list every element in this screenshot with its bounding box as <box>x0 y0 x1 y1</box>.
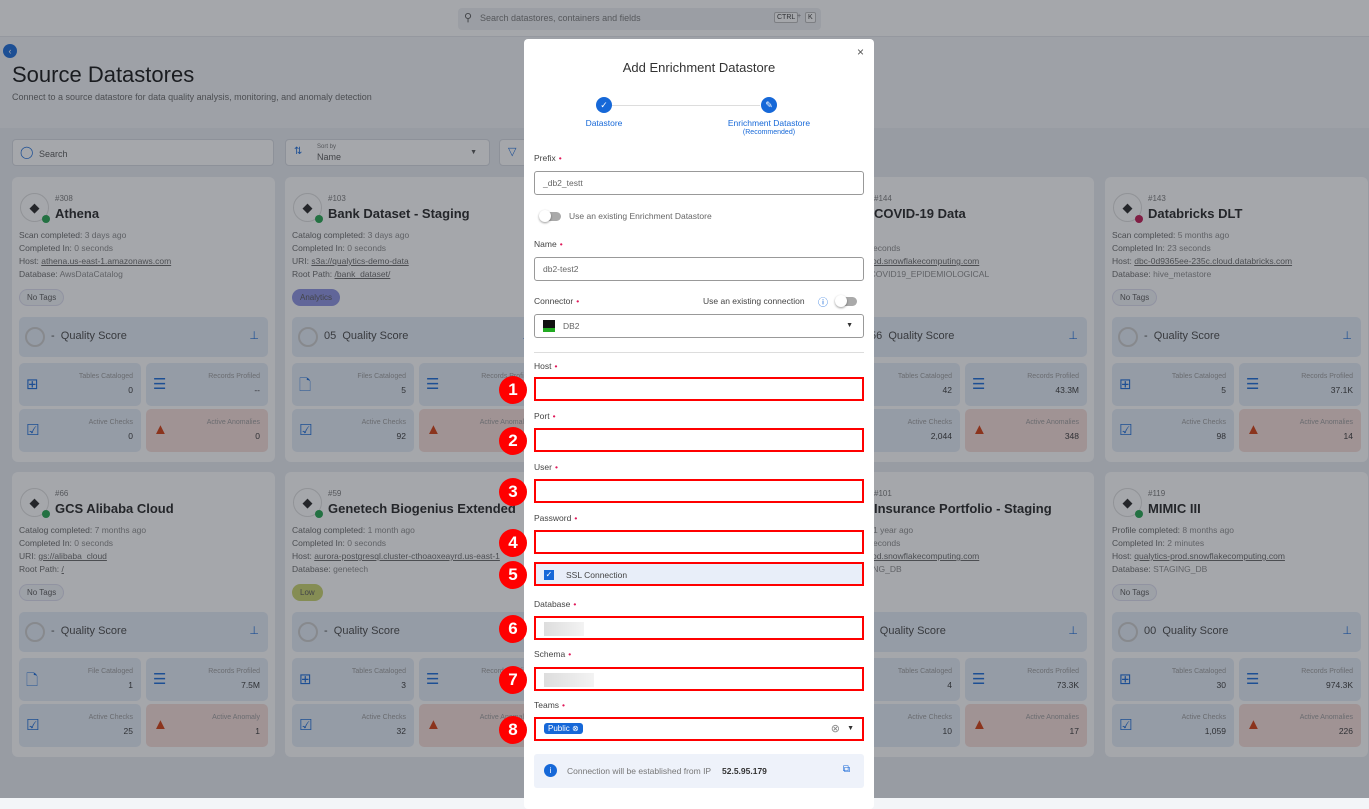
ssl-connection-checkbox[interactable]: 5 ✓ SSL Connection <box>499 561 864 589</box>
existing-enrichment-toggle[interactable] <box>539 210 561 222</box>
existing-connection-toggle[interactable] <box>835 295 857 307</box>
step-badge: 7 <box>499 666 527 694</box>
connector-value: DB2 <box>563 321 580 331</box>
clear-icon[interactable]: ⊗ <box>831 722 840 735</box>
ssl-label: SSL Connection <box>566 570 628 580</box>
chevron-down-icon[interactable]: ▼ <box>847 725 854 732</box>
connector-select[interactable]: DB2 ▼ <box>534 314 864 338</box>
step-datastore[interactable]: Datastore <box>564 118 644 128</box>
step-badge: 3 <box>499 478 527 506</box>
ip-address: 52.5.95.179 <box>722 766 767 776</box>
prefix-input[interactable]: _db2_testt <box>534 171 864 195</box>
user-label: User • <box>534 462 558 472</box>
step-enrichment-sub: (Recommended) <box>742 129 796 136</box>
redacted-value <box>544 622 584 636</box>
chevron-down-icon: ▼ <box>846 322 853 329</box>
password-label: Password • <box>534 513 578 523</box>
schema-input[interactable]: 7 <box>499 666 864 694</box>
team-chip-public[interactable]: Public ⊗ <box>544 723 583 734</box>
teams-select[interactable]: 8 Public ⊗ ⊗ ▼ <box>499 716 864 744</box>
connector-label: Connector • <box>534 296 580 306</box>
host-input[interactable]: 1 <box>499 376 864 404</box>
stepper-line <box>612 105 760 106</box>
info-icon: ⓘ <box>818 298 828 309</box>
copy-icon[interactable]: ⧉ <box>843 764 850 775</box>
prefix-label: Prefix • <box>534 153 562 163</box>
port-label: Port • <box>534 411 556 421</box>
check-icon: ✓ <box>596 97 612 113</box>
divider <box>534 352 864 353</box>
step-badge: 8 <box>499 716 527 744</box>
database-input[interactable]: 6 <box>499 615 864 643</box>
info-icon: i <box>544 764 557 777</box>
step-badge: 2 <box>499 427 527 455</box>
schema-label: Schema • <box>534 649 572 659</box>
name-label: Name • <box>534 239 563 249</box>
step-badge: 6 <box>499 615 527 643</box>
modal-title: Add Enrichment Datastore <box>622 60 776 75</box>
database-label: Database • <box>534 599 577 609</box>
close-icon[interactable]: × <box>857 45 864 59</box>
step-enrichment[interactable]: Enrichment Datastore <box>714 118 824 128</box>
ip-note: Connection will be established from IP <box>567 766 712 776</box>
teams-label: Teams • <box>534 700 566 710</box>
user-input[interactable]: 3 <box>499 478 864 506</box>
step-badge: 1 <box>499 376 527 404</box>
password-input[interactable]: 4 <box>499 529 864 557</box>
existing-enrichment-label: Use an existing Enrichment Datastore <box>569 211 712 221</box>
checkbox-checked-icon: ✓ <box>544 570 554 580</box>
port-input[interactable]: 2 <box>499 427 864 455</box>
redacted-value <box>544 673 594 687</box>
db2-logo <box>543 320 555 332</box>
existing-connection-label: Use an existing connection <box>703 296 805 306</box>
ip-info-banner: i Connection will be established from IP… <box>534 754 864 788</box>
pencil-icon: ✎ <box>761 97 777 113</box>
step-badge: 4 <box>499 529 527 557</box>
step-badge: 5 <box>499 561 527 589</box>
add-enrichment-datastore-modal: × Add Enrichment Datastore ✓ ✎ Datastore… <box>499 39 874 809</box>
name-input[interactable]: db2-test2 <box>534 257 864 281</box>
host-label: Host • <box>534 361 558 371</box>
